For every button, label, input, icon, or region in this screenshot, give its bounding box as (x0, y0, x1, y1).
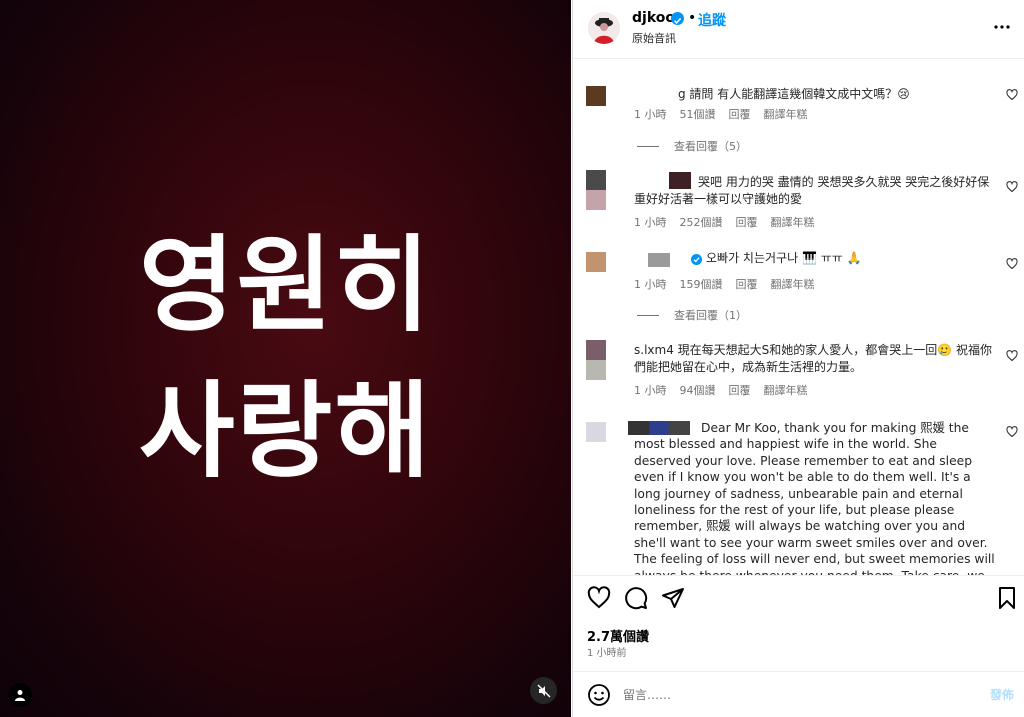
comment-likes[interactable]: 51個讚 (680, 108, 716, 121)
verified-badge-icon (691, 254, 702, 265)
translate-button[interactable]: 翻譯年糕 (764, 108, 808, 121)
share-icon[interactable] (661, 586, 685, 610)
author-avatar[interactable] (588, 12, 620, 44)
post-header: djkoo • 追蹤 原始音訊 (573, 0, 1024, 59)
comment-text: g 請問 有人能翻譯這幾個韓文成中文嗎？😢 (678, 87, 910, 101)
reply-button[interactable]: 回覆 (736, 216, 758, 229)
media-line-1: 영원히 (138, 224, 433, 346)
view-replies-label: 查看回覆（5） (674, 140, 747, 153)
comment-meta: 1 小時 252個讚 回覆 翻譯年糕 (634, 214, 828, 230)
author-username[interactable]: djkoo (632, 10, 675, 26)
redacted-username (669, 172, 691, 189)
verified-badge-icon (671, 12, 684, 25)
commenter-avatar[interactable] (586, 170, 606, 210)
instagram-post-modal: 영원히 사랑해 djkoo • 追蹤 原始音訊 g 請問 有人能翻譯這幾個韓文成… (0, 0, 1024, 717)
comment-like-heart-icon[interactable] (1006, 89, 1018, 101)
translate-button[interactable]: 翻譯年糕 (771, 216, 815, 229)
replies-divider (637, 314, 659, 316)
add-comment-bar: 發佈 (573, 671, 1024, 717)
translate-button[interactable]: 翻譯年糕 (764, 384, 808, 397)
comment-like-heart-icon[interactable] (1006, 258, 1018, 270)
comment-meta: 1 小時 159個讚 回覆 翻譯年糕 (634, 276, 828, 292)
likes-count[interactable]: 2.7萬個讚 (587, 626, 649, 645)
comment-time: 1 小時 (634, 108, 667, 121)
comment-bubble-icon[interactable] (624, 586, 648, 610)
commenter-avatar[interactable] (586, 422, 606, 442)
media-caption-text: 영원히 사랑해 (0, 212, 571, 504)
comment-likes[interactable]: 94個讚 (680, 384, 716, 397)
comment-input[interactable] (623, 684, 963, 706)
comment-text: s.lxm4 現在每天想起大S和她的家人愛人，都會哭上一回🥲 祝福你們能把她留在… (634, 343, 993, 374)
comment-time: 1 小時 (634, 384, 667, 397)
comment-likes[interactable]: 252個讚 (680, 216, 723, 229)
commenter-avatar[interactable] (586, 252, 606, 272)
commenter-avatar[interactable] (586, 86, 606, 106)
post-details-panel: djkoo • 追蹤 原始音訊 g 請問 有人能翻譯這幾個韓文成中文嗎？😢 1 … (572, 0, 1024, 717)
comment-like-heart-icon[interactable] (1006, 350, 1018, 362)
redacted-username (648, 253, 670, 267)
save-bookmark-icon[interactable] (995, 586, 1019, 610)
like-heart-icon[interactable] (587, 586, 611, 610)
comment-time: 1 小時 (634, 216, 667, 229)
reply-button[interactable]: 回覆 (729, 384, 751, 397)
header-separator: • (688, 10, 697, 26)
original-audio-link[interactable]: 原始音訊 (632, 30, 676, 46)
reply-button[interactable]: 回覆 (736, 278, 758, 291)
emoji-icon[interactable] (587, 683, 611, 707)
view-replies-label: 查看回覆（1） (674, 309, 747, 322)
translate-button[interactable]: 翻譯年糕 (771, 278, 815, 291)
comment-text: Dear Mr Koo, thank you for making 熙媛 the… (634, 421, 995, 575)
post-timestamp: 1 小時前 (587, 648, 627, 659)
comment-likes[interactable]: 159個讚 (680, 278, 723, 291)
view-replies-button[interactable]: 查看回覆（5） (637, 138, 747, 154)
post-comment-button[interactable]: 發佈 (990, 686, 1014, 703)
comment-like-heart-icon[interactable] (1006, 426, 1018, 438)
view-replies-button[interactable]: 查看回覆（1） (637, 307, 747, 323)
commenter-avatar[interactable] (586, 340, 606, 380)
comment-like-heart-icon[interactable] (1006, 181, 1018, 193)
post-actions: 2.7萬個讚 1 小時前 (573, 575, 1024, 671)
comment-meta: 1 小時 51個讚 回覆 翻譯年糕 (634, 106, 821, 122)
comment-meta: 1 小時 94個讚 回覆 翻譯年糕 (634, 382, 821, 398)
tagged-user-icon[interactable] (8, 683, 32, 707)
media-line-2: 사랑해 (138, 370, 433, 492)
mute-icon[interactable] (530, 677, 557, 704)
comments-list[interactable]: g 請問 有人能翻譯這幾個韓文成中文嗎？😢 1 小時 51個讚 回覆 翻譯年糕 查看回… (573, 60, 1024, 575)
post-media[interactable]: 영원히 사랑해 (0, 0, 571, 717)
replies-divider (637, 145, 659, 147)
comment-text: 오빠가 치는거구나 🎹 ㅠㅠ 🙏 (706, 251, 862, 265)
comment-time: 1 小時 (634, 278, 667, 291)
more-options-icon[interactable] (994, 14, 1010, 33)
follow-button[interactable]: 追蹤 (698, 10, 726, 30)
reply-button[interactable]: 回覆 (729, 108, 751, 121)
